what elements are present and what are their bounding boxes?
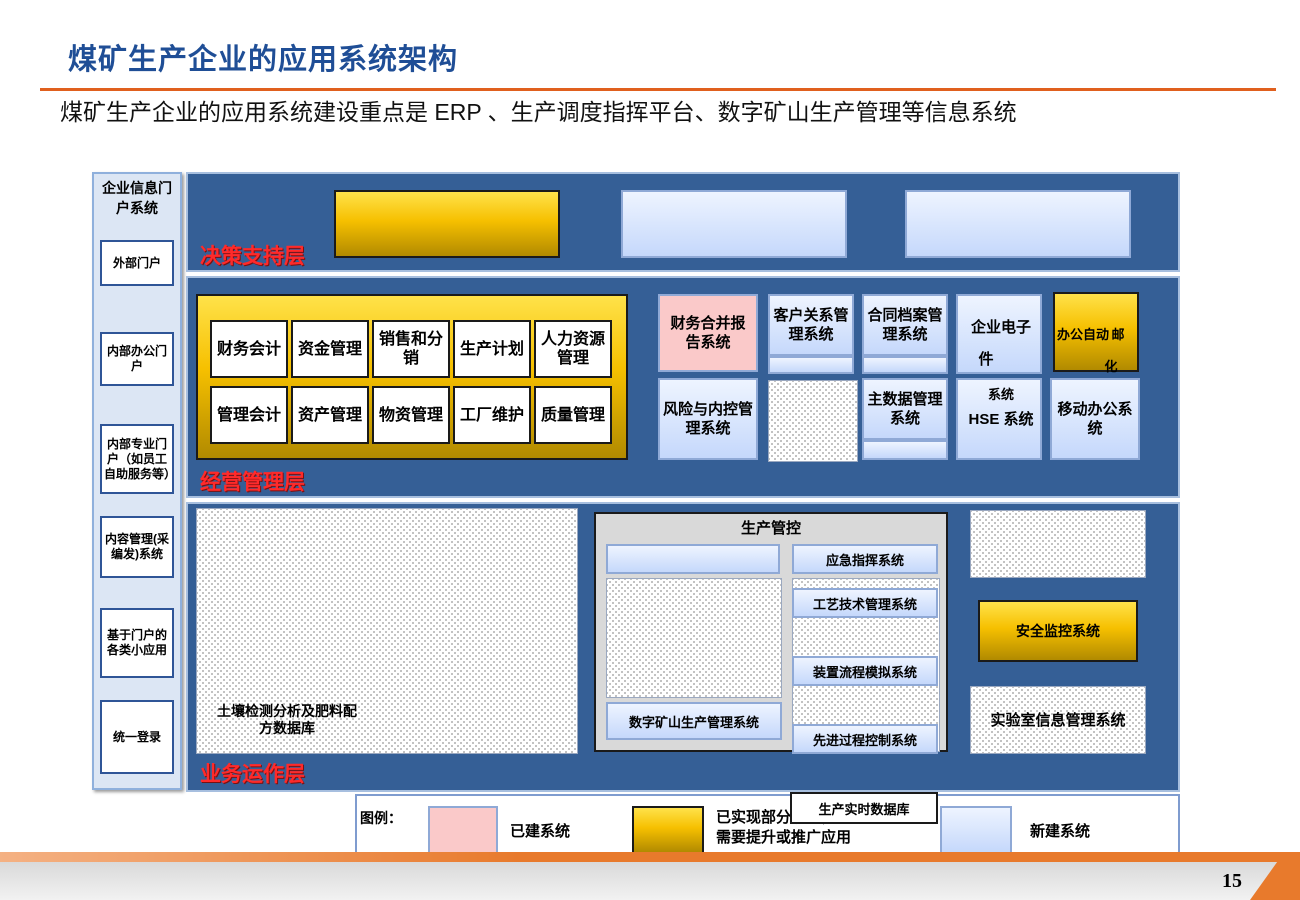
production-new-box	[606, 544, 780, 574]
erp-module: 工厂维护	[453, 386, 531, 444]
emergency-command-system: 应急指挥系统	[792, 544, 938, 574]
legend-built-label: 已建系统	[510, 823, 571, 840]
portal-item-mini-apps: 基于门户的各类小应用	[100, 608, 174, 678]
crm-system: 客户关系管理系统	[768, 294, 854, 356]
erp-module: 物资管理	[372, 386, 450, 444]
email-label-b: 件	[978, 351, 994, 368]
portal-item-internal-office: 内部办公门户	[100, 332, 174, 386]
legend-partial-line-2: 需要提升或推广应用	[716, 829, 852, 846]
business-layer-label: 经营管理层	[200, 471, 305, 494]
master-data-base	[862, 440, 948, 460]
soil-database-label: 土壤检测分析及肥料配方数据库	[217, 703, 357, 736]
hatched-placeholder	[768, 380, 858, 462]
risk-control-system: 风险与内控管理系统	[658, 378, 758, 460]
erp-module: 人力资源管理	[534, 320, 612, 378]
erp-module: 销售和分销	[372, 320, 450, 378]
erp-module: 管理会计	[210, 386, 288, 444]
legend-new-label: 新建系统	[1030, 823, 1091, 840]
erp-module: 财务会计	[210, 320, 288, 378]
portal-item-content-management: 内容管理(采编发)系统	[100, 516, 174, 578]
page-number: 15	[1222, 870, 1242, 892]
email-system: 企业电子 件	[956, 294, 1042, 374]
operations-hatched-box	[970, 510, 1146, 578]
legend-swatch-new	[940, 806, 1012, 854]
portal-item-internal-professional: 内部专业门户（如员工自助服务等）	[100, 424, 176, 494]
production-hatched-area	[606, 578, 782, 698]
decision-layer-label: 决策支持层	[200, 245, 305, 268]
digital-mine-system: 数字矿山生产管理系统	[606, 702, 782, 740]
page-title: 煤矿生产企业的应用系统架构	[68, 44, 459, 76]
office-label-c: 邮	[1111, 327, 1125, 342]
legend-swatch-partial	[632, 806, 704, 854]
advanced-process-control-system: 先进过程控制系统	[792, 724, 938, 754]
production-control-title: 生产管控	[740, 519, 801, 537]
master-data-system: 主数据管理系统	[862, 378, 948, 440]
contract-archive-base	[862, 356, 948, 374]
portal-item-external: 外部门户	[100, 240, 174, 286]
process-technology-system: 工艺技术管理系统	[792, 588, 938, 618]
mobile-office-system: 移动办公系统	[1050, 378, 1140, 460]
legend-swatch-built	[428, 806, 498, 854]
erp-module: 资金管理	[291, 320, 369, 378]
hse-system: 系统 HSE 系统	[956, 378, 1042, 460]
email-label-a: 企业电子	[970, 319, 1031, 336]
erp-module: 质量管理	[534, 386, 612, 444]
legend-title: 图例：	[360, 810, 402, 826]
office-label-b: 化	[1104, 359, 1118, 374]
portal-item-sso: 统一登录	[100, 700, 174, 774]
operations-layer-label: 业务运作层	[200, 763, 305, 786]
footer-gray-bar	[0, 862, 1300, 900]
crm-system-base	[768, 356, 854, 374]
realtime-database-system: 生产实时数据库	[790, 792, 938, 824]
contract-archive-system: 合同档案管理系统	[862, 294, 948, 356]
hse-label-top: 系统	[987, 387, 1014, 402]
hse-label: HSE 系统	[968, 411, 1034, 428]
office-automation-system: 办公自动 邮 化	[1053, 292, 1139, 374]
title-divider	[40, 88, 1276, 91]
safety-monitoring-system: 安全监控系统	[978, 600, 1138, 662]
footer-orange-bar	[0, 852, 1300, 862]
decision-box-new-1	[621, 190, 847, 258]
lab-information-system: 实验室信息管理系统	[970, 686, 1146, 754]
portal-title: 企业信息门户系统	[102, 180, 172, 216]
erp-module: 生产计划	[453, 320, 531, 378]
decision-box-gold	[334, 190, 560, 258]
device-simulation-system: 装置流程模拟系统	[792, 656, 938, 686]
page-subtitle: 煤矿生产企业的应用系统建设重点是 ERP 、生产调度指挥平台、数字矿山生产管理等…	[60, 99, 1017, 125]
erp-module: 资产管理	[291, 386, 369, 444]
finance-consolidation-system: 财务合并报告系统	[658, 294, 758, 372]
decision-box-new-2	[905, 190, 1131, 258]
